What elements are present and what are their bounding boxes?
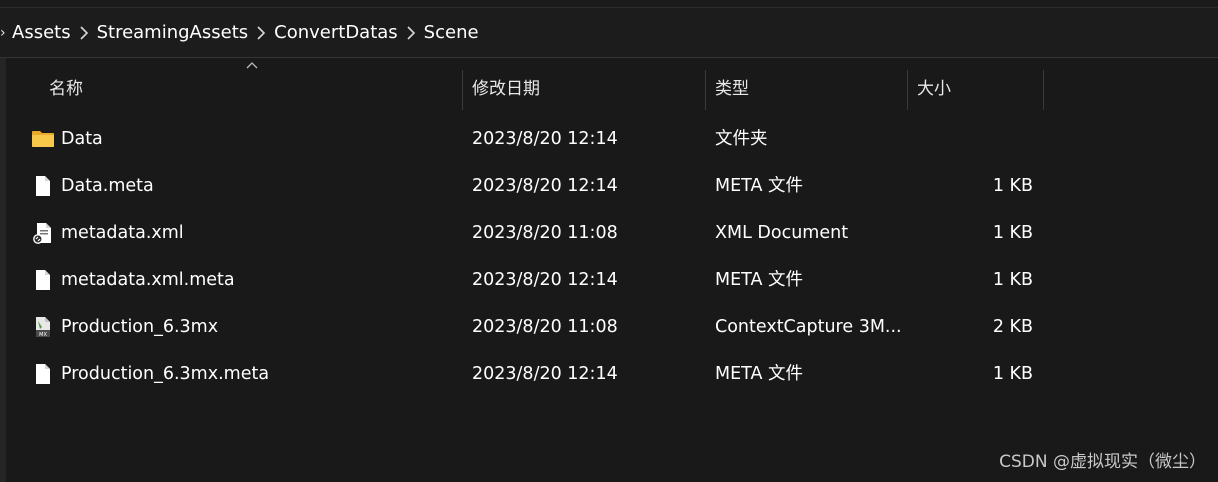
- breadcrumb-item-streamingassets[interactable]: StreamingAssets: [93, 8, 253, 57]
- chevron-right-icon[interactable]: [402, 8, 420, 57]
- file-size: 2 KB: [992, 317, 1033, 337]
- file-type: META 文件: [715, 364, 804, 384]
- breadcrumb: › Assets StreamingAssets ConvertDatas Sc…: [0, 8, 1218, 58]
- file-icon: [36, 176, 50, 196]
- file-date: 2023/8/20 12:14: [472, 176, 618, 196]
- svg-text:MX: MX: [39, 332, 47, 338]
- column-header-date[interactable]: 修改日期: [472, 68, 540, 110]
- file-icon: [36, 364, 50, 384]
- file-size: [909, 116, 1033, 163]
- file-name: metadata.xml: [61, 223, 184, 243]
- folder-icon: [32, 131, 54, 147]
- file-date: 2023/8/20 12:14: [472, 364, 618, 384]
- breadcrumb-item-scene[interactable]: Scene: [420, 8, 483, 57]
- column-divider[interactable]: [705, 70, 706, 110]
- file-size: 1 KB: [992, 270, 1033, 290]
- file-type: 文件夹: [715, 129, 768, 149]
- file-size: 1 KB: [992, 176, 1033, 196]
- file-type: XML Document: [715, 223, 849, 243]
- column-divider[interactable]: [907, 70, 908, 110]
- column-divider[interactable]: [462, 70, 463, 110]
- 3mx-file-icon: MX: [36, 317, 50, 338]
- file-date: 2023/8/20 12:14: [472, 270, 618, 290]
- file-type: META 文件: [715, 176, 804, 196]
- file-date: 2023/8/20 11:08: [472, 223, 618, 243]
- breadcrumb-item-assets[interactable]: Assets: [8, 8, 75, 57]
- sort-ascending-icon: [246, 62, 258, 69]
- breadcrumb-item-convertdatas[interactable]: ConvertDatas: [270, 8, 402, 57]
- window-top-edge: [0, 0, 1218, 8]
- file-name: metadata.xml.meta: [61, 270, 235, 290]
- file-name: Data: [61, 129, 103, 149]
- column-header-size[interactable]: 大小: [917, 68, 951, 110]
- chevron-right-icon[interactable]: [252, 8, 270, 57]
- xml-file-icon: [33, 223, 51, 244]
- column-header-name[interactable]: 名称: [49, 68, 83, 110]
- column-header-type[interactable]: 类型: [715, 68, 749, 110]
- file-name: Production_6.3mx.meta: [61, 364, 270, 384]
- chevron-right-icon[interactable]: [75, 8, 93, 57]
- file-date: 2023/8/20 12:14: [472, 129, 618, 149]
- file-row[interactable]: Data.meta 2023/8/20 12:14 META 文件 1 KB: [6, 163, 1218, 210]
- watermark: CSDN @虚拟现实（微尘）: [999, 452, 1206, 472]
- file-name: Data.meta: [61, 176, 154, 196]
- file-row[interactable]: Production_6.3mx.meta 2023/8/20 12:14 ME…: [6, 351, 1218, 398]
- column-divider[interactable]: [1043, 70, 1044, 110]
- file-list: Data 2023/8/20 12:14 文件夹 Data.meta 2023/…: [6, 116, 1218, 398]
- file-row[interactable]: Data 2023/8/20 12:14 文件夹: [6, 116, 1218, 163]
- file-row[interactable]: metadata.xml 2023/8/20 11:08 XML Documen…: [6, 210, 1218, 257]
- file-explorer-window: › Assets StreamingAssets ConvertDatas Sc…: [0, 0, 1218, 482]
- file-row[interactable]: MX Production_6.3mx 2023/8/20 11:08 Cont…: [6, 304, 1218, 351]
- file-size: 1 KB: [992, 364, 1033, 384]
- file-type: ContextCapture 3M...: [715, 317, 902, 337]
- file-name: Production_6.3mx: [61, 317, 219, 337]
- column-header-row: 名称 修改日期 类型 大小: [6, 62, 1218, 110]
- file-date: 2023/8/20 11:08: [472, 317, 618, 337]
- file-icon: [36, 270, 50, 290]
- breadcrumb-overflow-chevron-icon[interactable]: ›: [0, 8, 8, 57]
- file-type: META 文件: [715, 270, 804, 290]
- file-size: 1 KB: [992, 223, 1033, 243]
- file-row[interactable]: metadata.xml.meta 2023/8/20 12:14 META 文…: [6, 257, 1218, 304]
